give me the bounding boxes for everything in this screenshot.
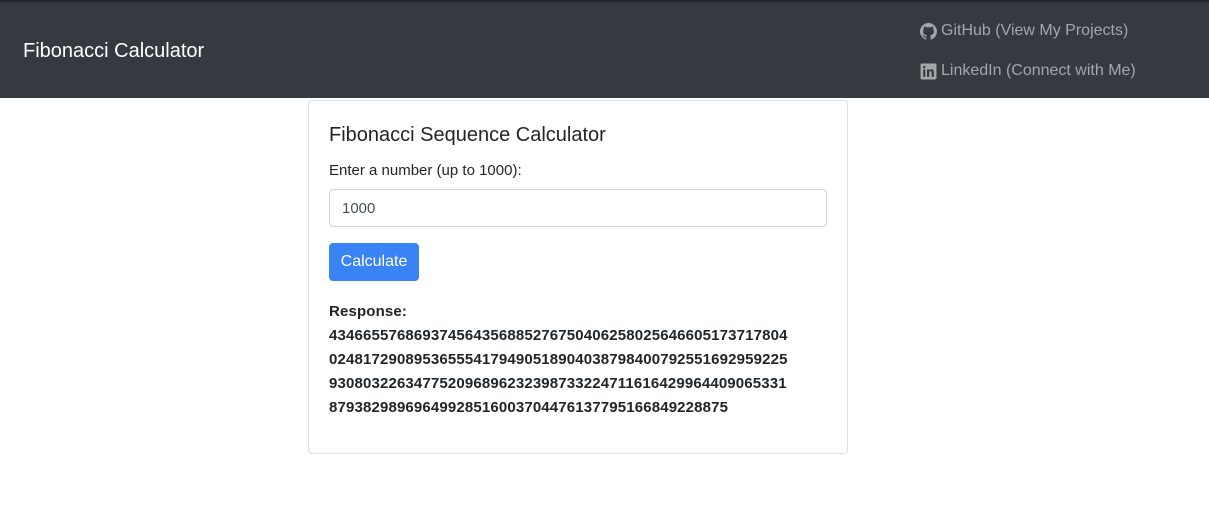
github-link-label: GitHub (View My Projects): [941, 22, 1129, 39]
nav-links: GitHub (View My Projects) LinkedIn (Conn…: [920, 2, 1200, 98]
linkedin-link-label: LinkedIn (Connect with Me): [941, 62, 1136, 79]
linkedin-link[interactable]: LinkedIn (Connect with Me): [920, 61, 1136, 81]
calculate-button[interactable]: Calculate: [329, 243, 419, 281]
response-line: 4346655768693745643568852767504062580256…: [329, 327, 788, 344]
navbar: Fibonacci Calculator GitHub (View My Pro…: [0, 0, 1209, 98]
response-output: Response: 434665576869374564356885276750…: [329, 300, 829, 420]
response-line: 0248172908953655541794905189040387984007…: [329, 351, 788, 368]
github-icon: [920, 22, 937, 40]
linkedin-icon: [920, 63, 937, 80]
number-input-label: Enter a number (up to 1000):: [329, 162, 522, 179]
response-line: 9308032263477520968962323987332247116164…: [329, 375, 787, 392]
number-input[interactable]: [329, 189, 827, 227]
github-link[interactable]: GitHub (View My Projects): [920, 21, 1128, 41]
card-title: Fibonacci Sequence Calculator: [329, 124, 606, 146]
navbar-brand[interactable]: Fibonacci Calculator: [23, 39, 204, 63]
response-line: 8793829896964992851600370447613779516684…: [329, 399, 729, 416]
calculator-card: Fibonacci Sequence Calculator Enter a nu…: [308, 100, 848, 454]
response-label: Response:: [329, 303, 408, 320]
